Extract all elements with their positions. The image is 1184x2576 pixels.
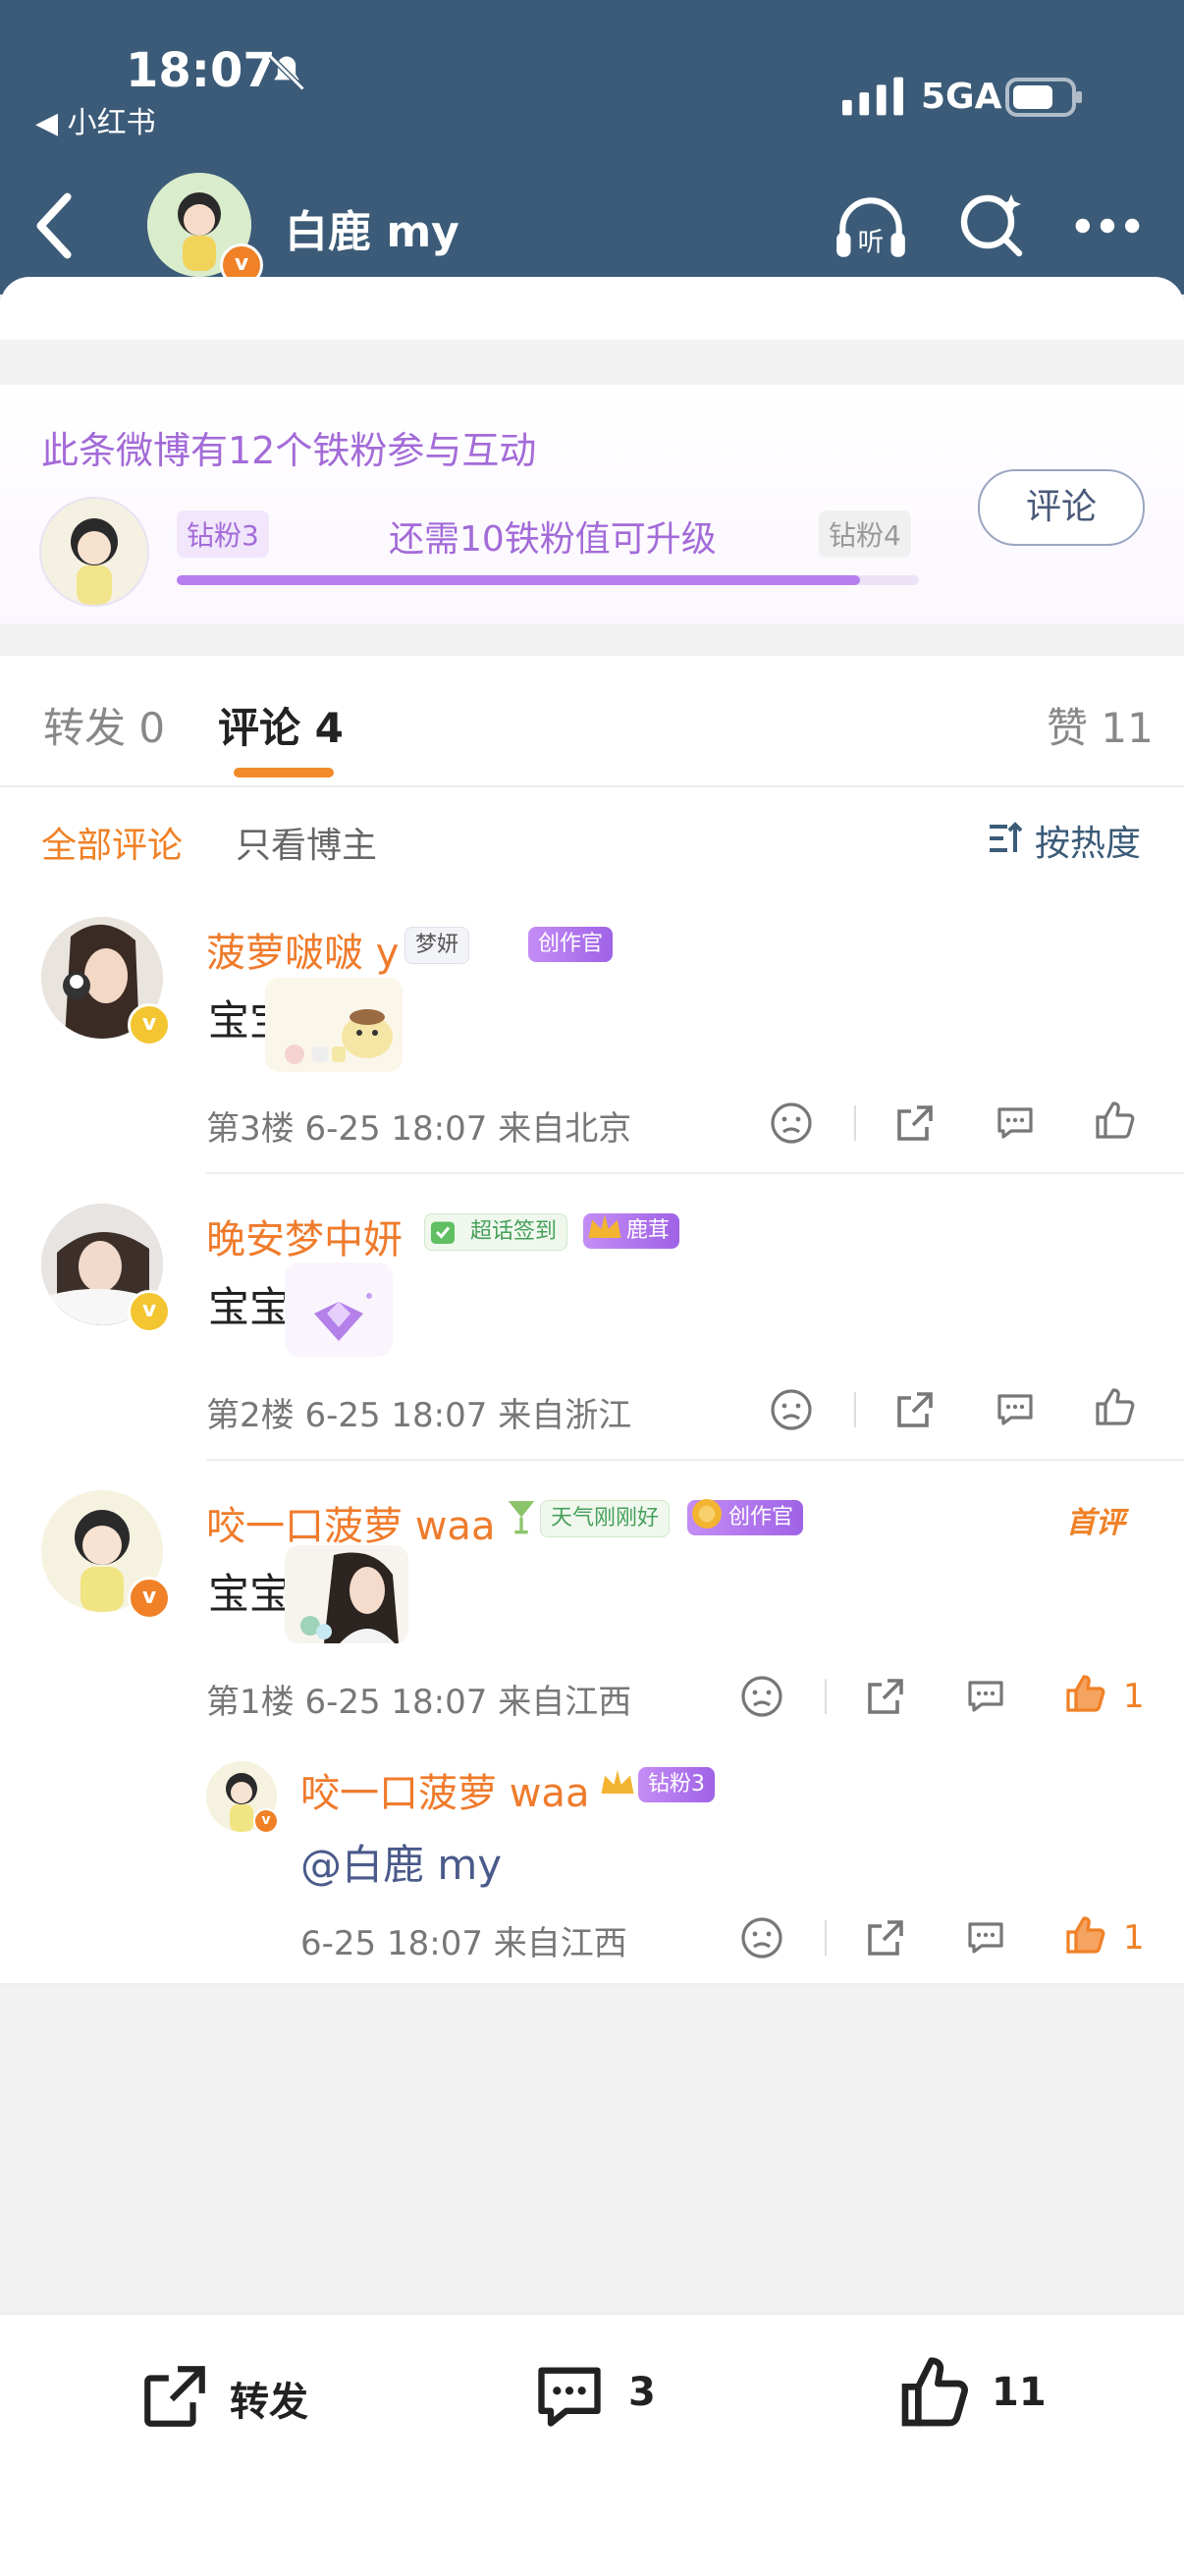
page-title: 白鹿 my: [285, 207, 459, 257]
tab-indicator: [234, 768, 334, 778]
battery-icon: [1005, 78, 1082, 117]
action-separator: [854, 1392, 856, 1427]
row-divider: [206, 1172, 1184, 1174]
status-time: 18:07: [126, 43, 276, 98]
listen-icon[interactable]: 听: [831, 188, 911, 269]
tab-repost[interactable]: 转发 0: [43, 695, 165, 755]
mute-bell-icon: [268, 54, 305, 91]
share-icon[interactable]: [862, 1673, 909, 1720]
tab-comments[interactable]: 评论 4: [218, 695, 344, 755]
wave-strip: [0, 277, 1184, 340]
dislike-icon[interactable]: [768, 1386, 815, 1433]
reply-text[interactable]: @白鹿 my: [300, 1832, 502, 1892]
comment-tag: 创作官: [528, 927, 614, 962]
comment-meta: 第2楼 6-25 18:07 来自浙江: [206, 1396, 632, 1435]
like-count-bottom[interactable]: 11: [992, 2370, 1047, 2415]
network-label: 5GA: [921, 77, 1002, 117]
action-separator: [825, 1920, 827, 1956]
comment-meta: 第3楼 6-25 18:07 来自北京: [206, 1109, 632, 1149]
like-count: 1: [1123, 1918, 1145, 1958]
sort-by-heat[interactable]: 按热度: [1035, 815, 1141, 866]
share-icon[interactable]: [862, 1914, 909, 1961]
fans-title: 此条微博有12个铁粉参与互动: [41, 429, 537, 472]
fan-progress-fill: [177, 575, 860, 585]
reply-meta: 6-25 18:07 来自江西: [300, 1924, 627, 1963]
reply-icon[interactable]: [962, 1673, 1009, 1720]
action-separator: [825, 1679, 827, 1714]
repost-button[interactable]: 转发: [230, 2370, 308, 2427]
fans-comment-button[interactable]: 评论: [978, 469, 1145, 546]
reply-icon[interactable]: [992, 1386, 1039, 1433]
liked-icon[interactable]: [1062, 1912, 1109, 1959]
dislike-icon[interactable]: [738, 1914, 785, 1961]
filter-all-comments[interactable]: 全部评论: [41, 817, 183, 868]
like-icon[interactable]: [1092, 1098, 1139, 1145]
crown-icon: [601, 1770, 634, 1794]
comment-text: 宝宝: [208, 1283, 292, 1331]
share-icon[interactable]: [891, 1100, 939, 1147]
dislike-icon[interactable]: [738, 1673, 785, 1720]
verified-badge: v: [128, 1290, 171, 1333]
like-icon[interactable]: [1092, 1384, 1139, 1431]
crown-icon: [588, 1214, 621, 1238]
comment-meta: 第1楼 6-25 18:07 来自江西: [206, 1683, 632, 1722]
signal-icon: [842, 77, 903, 116]
verified-badge: v: [253, 1808, 279, 1834]
liked-icon[interactable]: [1062, 1671, 1109, 1718]
reply-username[interactable]: 咬一口菠萝 waa: [300, 1761, 589, 1818]
like-count: 1: [1123, 1677, 1145, 1716]
reply-tag: 钻粉3: [638, 1767, 715, 1802]
more-icon[interactable]: [1072, 208, 1143, 243]
svg-text:听: 听: [858, 228, 885, 258]
row-divider: [0, 1983, 1184, 1985]
verified-badge: v: [128, 1577, 171, 1620]
filter-owner-only[interactable]: 只看博主: [236, 817, 377, 868]
back-to-app-link[interactable]: ◀ 小红书: [35, 98, 156, 141]
fan-avatar: [39, 497, 149, 607]
verified-badge: v: [128, 1003, 171, 1046]
fan-level-current: 钻粉3: [177, 510, 269, 558]
sticker-image: [265, 978, 403, 1072]
tab-likes[interactable]: 赞 11: [1047, 695, 1154, 755]
comment-tag: 梦妍: [404, 927, 470, 964]
comment-username[interactable]: 菠萝啵啵 y: [206, 921, 399, 978]
action-separator: [854, 1105, 856, 1141]
sort-icon[interactable]: [986, 819, 1025, 858]
creator-badge-icon: [692, 1499, 722, 1529]
like-bottom-icon[interactable]: [895, 2354, 974, 2433]
comment-text: 宝宝: [208, 1570, 292, 1618]
first-comment-badge: 首评: [1066, 1506, 1125, 1540]
sticker-image: [285, 1262, 393, 1357]
checkin-icon: [431, 1221, 455, 1244]
comment-count[interactable]: 3: [628, 2370, 656, 2415]
search-icon[interactable]: [956, 188, 1027, 259]
bottom-action-bar: [0, 2313, 1184, 2576]
comment-username[interactable]: 晚安梦中妍: [206, 1208, 403, 1264]
reply-icon[interactable]: [992, 1100, 1039, 1147]
dislike-icon[interactable]: [768, 1100, 815, 1147]
share-icon[interactable]: [891, 1386, 939, 1433]
cocktail-icon: [508, 1501, 535, 1534]
comment-tag: 天气刚刚好: [540, 1500, 671, 1537]
comment-username[interactable]: 咬一口菠萝 waa: [206, 1494, 495, 1551]
comment-icon[interactable]: [530, 2358, 609, 2433]
tabs-divider: [0, 785, 1184, 787]
sticker-image: [285, 1545, 408, 1643]
fan-upgrade-hint: 还需10铁粉值可升级: [389, 519, 717, 560]
back-arrow-icon[interactable]: [29, 192, 79, 259]
row-divider: [206, 1459, 1184, 1461]
repost-icon[interactable]: [135, 2360, 214, 2433]
fan-level-next: 钻粉4: [819, 510, 911, 558]
reply-icon[interactable]: [962, 1914, 1009, 1961]
